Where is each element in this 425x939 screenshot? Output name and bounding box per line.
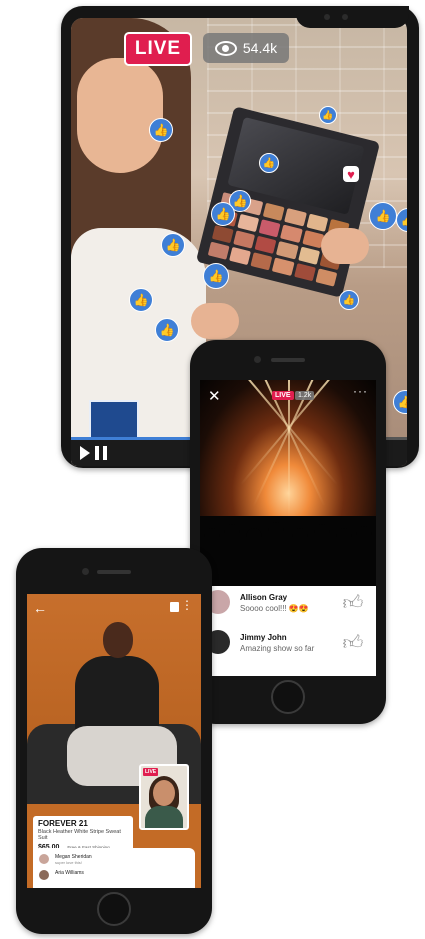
earpiece xyxy=(271,358,305,362)
product-name: Black Heather White Stripe Sweat Suit xyxy=(38,829,121,841)
like-icon: 👍 xyxy=(339,290,359,310)
pip-live-badge: LIVE xyxy=(143,768,159,776)
pip-host-face xyxy=(153,780,175,806)
fashion-phone: ← ⋮ LIVE FOREVER 21 Black Heather White … xyxy=(16,548,212,934)
earpiece xyxy=(97,570,131,574)
avatar xyxy=(39,854,49,864)
comment-text: Amazing show so far xyxy=(240,644,315,653)
avatar xyxy=(39,870,49,880)
concert-phone: ✕ LIVE 1.2k ··· Allison Gray Soooo cool!… xyxy=(190,340,386,724)
chat-panel: Megan Sheridan super love this! Aria Wil… xyxy=(33,848,195,888)
chat-text: super love this! xyxy=(55,860,82,865)
product-brand: FOREVER 21 xyxy=(38,819,88,828)
camera-dot xyxy=(324,14,330,20)
like-icon: 👍 xyxy=(129,288,153,312)
comment-list: Allison Gray Soooo cool!!! 😍😍 👍︎ Jimmy J… xyxy=(200,586,376,676)
like-icon: 👍 xyxy=(259,153,279,173)
like-icon: 👍 xyxy=(203,263,229,289)
comment-item: Allison Gray Soooo cool!!! 😍😍 👍︎ xyxy=(200,586,376,626)
fashion-live-video[interactable]: ← ⋮ LIVE FOREVER 21 Black Heather White … xyxy=(27,594,201,888)
live-badge: LIVE xyxy=(272,391,294,400)
camera-dot xyxy=(342,14,348,20)
home-button[interactable] xyxy=(97,892,131,926)
viewer-count-pill: 54.4k xyxy=(203,33,289,63)
close-icon[interactable]: ✕ xyxy=(208,387,221,405)
host-face xyxy=(77,58,163,173)
pause-icon[interactable] xyxy=(95,446,107,460)
host-camera-pip[interactable]: LIVE xyxy=(139,764,189,830)
more-icon[interactable]: ⋮ xyxy=(181,598,193,612)
like-icon: 👍 xyxy=(393,390,407,414)
chat-item: Megan Sheridan super love this! xyxy=(39,854,189,868)
concert-stage xyxy=(200,380,376,586)
comment-author: Jimmy John xyxy=(240,633,287,642)
chat-item: Aria Williams xyxy=(39,870,189,884)
chat-author: Aria Williams xyxy=(55,870,84,876)
viewer-count: 1.2k xyxy=(295,391,315,400)
like-icon: 👍 xyxy=(161,233,185,257)
comment-text: Soooo cool!!! 😍😍 xyxy=(240,604,309,613)
thumbs-up-icon[interactable]: 👍︎ xyxy=(342,632,364,654)
like-icon: 👍 xyxy=(149,118,173,142)
thumbs-up-icon[interactable]: 👍︎ xyxy=(342,592,364,614)
comment-item: Jimmy John Amazing show so far 👍︎ xyxy=(200,626,376,666)
heart-icon[interactable]: ♥ xyxy=(343,166,359,182)
more-icon[interactable]: ··· xyxy=(353,384,368,398)
like-icon: 👍 xyxy=(211,202,235,226)
pip-host-body xyxy=(145,806,183,828)
front-camera xyxy=(254,356,261,363)
live-badge: LIVE xyxy=(124,32,192,66)
eye-icon xyxy=(214,40,237,56)
home-button[interactable] xyxy=(271,680,305,714)
model-head xyxy=(103,622,133,658)
light-beam xyxy=(288,380,290,520)
viewer-count: 54.4k xyxy=(242,40,278,56)
like-icon: 👍 xyxy=(369,202,397,230)
like-icon: 👍 xyxy=(155,318,179,342)
shopping-bag-icon[interactable] xyxy=(170,602,179,612)
comment-author: Allison Gray xyxy=(240,593,288,602)
host-hand-right xyxy=(321,228,369,264)
back-arrow-icon[interactable]: ← xyxy=(33,600,47,616)
play-icon[interactable] xyxy=(80,446,90,460)
concert-live-video[interactable]: ✕ LIVE 1.2k ··· Allison Gray Soooo cool!… xyxy=(200,380,376,676)
tablet-notch xyxy=(296,6,409,28)
like-icon: 👍 xyxy=(319,106,337,124)
host-hand-left xyxy=(191,303,239,339)
front-camera xyxy=(82,568,89,575)
concert-crowd xyxy=(200,516,376,586)
